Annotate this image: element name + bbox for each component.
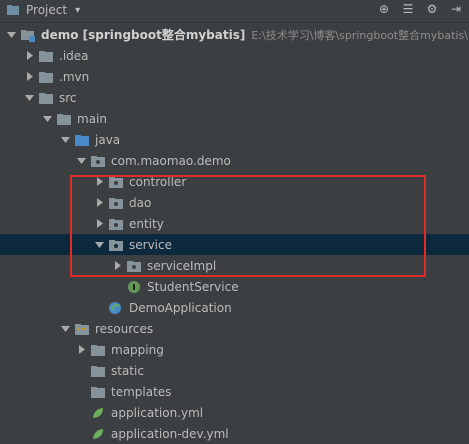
project-toolbar: Project ▾ ⊕ ☰ ⚙ ⇥ [0,0,469,23]
gear-icon[interactable]: ⚙ [425,2,439,16]
chevron-right-icon[interactable] [76,345,86,355]
chevron-down-icon[interactable] [6,30,16,40]
chevron-down-icon[interactable] [60,135,70,145]
tree-item-demoapplication[interactable]: DemoApplication [0,297,469,318]
project-view-selector[interactable]: Project ▾ [6,3,80,17]
resources-folder-icon [74,322,90,336]
project-path: E:\技术学习\博客\springboot整合mybatis\ [251,28,468,42]
folder-icon [38,49,54,63]
tree-item-label: .mvn [59,69,90,84]
tree-item-label: com.maomao.demo [111,153,231,168]
tree-item-label: resources [95,321,154,336]
project-tool-window: Project ▾ ⊕ ☰ ⚙ ⇥ demo [springboot整合myba… [0,0,469,441]
tree-item-com-maomao-demo[interactable]: com.maomao.demo [0,150,469,171]
tree-item-studentservice[interactable]: StudentService [0,276,469,297]
tree-item-src[interactable]: src [0,87,469,108]
tree-item-label: templates [111,384,172,399]
chevron-down-icon[interactable] [76,156,86,166]
tree-item-mapping[interactable]: mapping [0,339,469,360]
tree-item-java[interactable]: java [0,129,469,150]
module-folder-icon [20,28,36,42]
tree-item-demo[interactable]: demo [springboot整合mybatis] E:\技术学习\博客\sp… [0,24,469,45]
tree-item-label: main [77,111,107,126]
source-folder-icon [74,133,90,147]
chevron-right-icon[interactable] [24,72,34,82]
folder-icon [90,364,106,378]
tree-item-main[interactable]: main [0,108,469,129]
folder-icon [38,91,54,105]
tree-item-mvn[interactable]: .mvn [0,66,469,87]
chevron-down-icon[interactable] [42,114,52,124]
collapse-all-icon[interactable]: ☰ [401,2,415,16]
spring-yml-icon [90,406,106,420]
interface-icon [126,280,142,294]
locate-icon[interactable]: ⊕ [377,2,391,16]
folder-icon [90,343,106,357]
chevron-down-icon[interactable] [24,93,34,103]
tree-item-idea[interactable]: .idea [0,45,469,66]
tree-item-label: mapping [111,342,164,357]
spring-yml-icon [90,427,106,441]
tree-item-templates[interactable]: templates [0,381,469,402]
folder-icon [38,70,54,84]
tree-item-resources[interactable]: resources [0,318,469,339]
chevron-down-icon[interactable] [60,324,70,334]
tree-item-label: StudentService [147,279,239,294]
spring-boot-class-icon [108,301,124,315]
tree-item-label: src [59,90,77,105]
tree-item-application-yml[interactable]: application.yml [0,402,469,423]
tree-item-label: .idea [59,48,89,63]
tree-item-label: demo [springboot整合mybatis] [41,28,246,42]
tree-item-label: DemoApplication [129,300,232,315]
chevron-right-icon[interactable] [24,51,34,61]
toolbar-actions: ⊕ ☰ ⚙ ⇥ [377,2,463,16]
tree-item-static[interactable]: static [0,360,469,381]
folder-icon [90,385,106,399]
project-icon [6,3,20,17]
tree-item-label: application-dev.yml [111,426,229,441]
tree-item-application-dev-yml[interactable]: application-dev.yml [0,423,469,444]
package-icon [90,154,106,168]
hide-icon[interactable]: ⇥ [449,2,463,16]
highlight-annotation-box [70,175,426,277]
tree-item-label: java [95,132,121,147]
tree-item-label: application.yml [111,405,204,420]
chevron-down-icon: ▾ [75,4,81,16]
tree-item-label: static [111,363,144,378]
folder-icon [56,112,72,126]
project-title: Project [26,3,68,17]
